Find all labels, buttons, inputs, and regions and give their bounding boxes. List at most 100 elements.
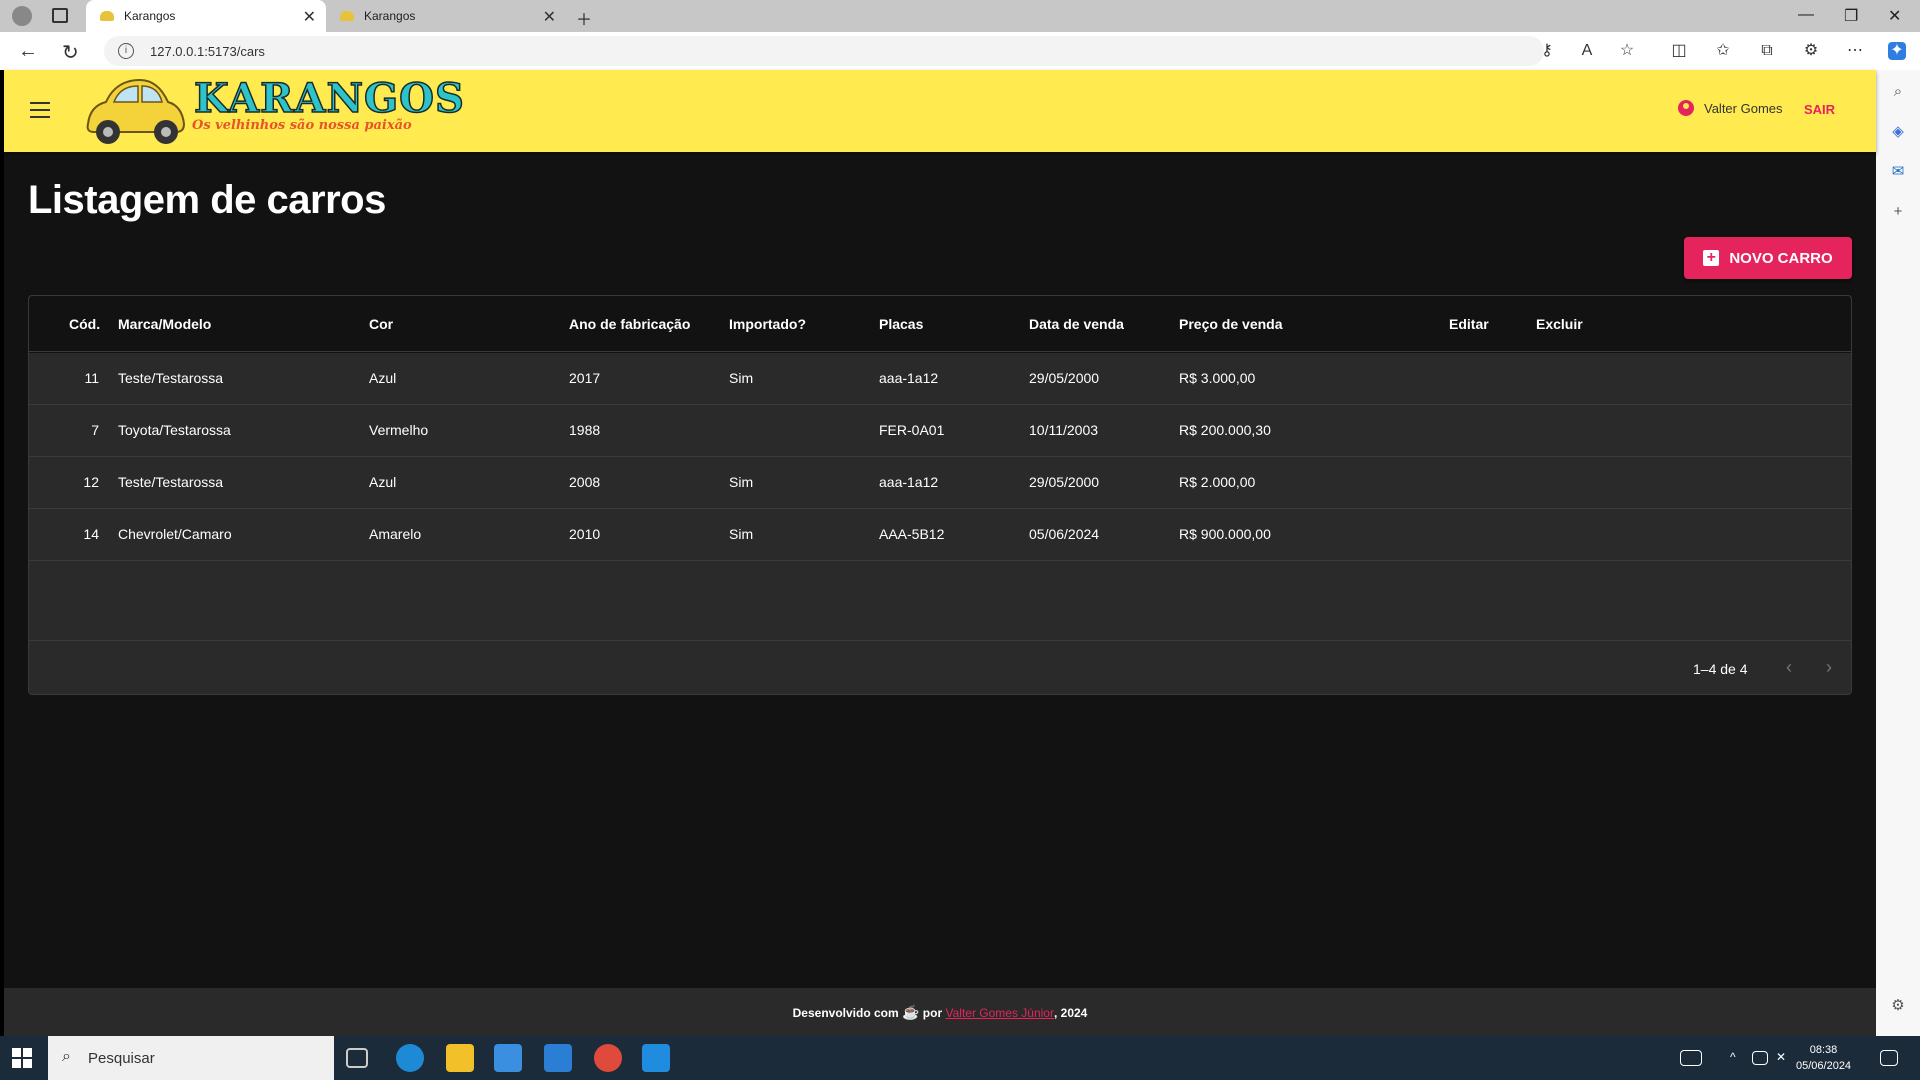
- column-header-id[interactable]: Cód.: [69, 316, 100, 332]
- favorite-star-icon[interactable]: ☆: [1618, 42, 1636, 60]
- split-screen-icon[interactable]: ◫: [1670, 42, 1688, 60]
- grid-empty-space: [29, 561, 1851, 641]
- column-header-color[interactable]: Cor: [369, 316, 393, 332]
- column-header-edit[interactable]: Editar: [1449, 316, 1489, 332]
- search-icon[interactable]: ⌕: [1888, 82, 1908, 102]
- reload-icon[interactable]: ↻: [62, 40, 79, 65]
- network-icon[interactable]: [1752, 1051, 1768, 1065]
- footer-by: por: [922, 1006, 943, 1020]
- copilot-icon[interactable]: ✦: [1888, 42, 1906, 60]
- grid-footer: 1–4 de 4 ‹ ›: [29, 641, 1851, 694]
- table-row[interactable]: 11 Teste/Testarossa Azul 2017 Sim aaa-1a…: [29, 353, 1851, 405]
- cell-brand-model: Teste/Testarossa: [118, 370, 224, 386]
- table-row[interactable]: 12 Teste/Testarossa Azul 2008 Sim aaa-1a…: [29, 457, 1851, 509]
- search-icon: ⌕: [62, 1048, 71, 1065]
- read-aloud-icon[interactable]: A: [1578, 42, 1596, 60]
- url-field[interactable]: i 127.0.0.1:5173/cars: [104, 36, 1544, 66]
- keyboard-icon[interactable]: [1680, 1050, 1702, 1066]
- restore-icon[interactable]: ❐: [1844, 6, 1858, 26]
- vscode-icon[interactable]: [642, 1044, 670, 1072]
- yellow-car-icon: [86, 78, 186, 144]
- column-header-brand-model[interactable]: Marca/Modelo: [118, 316, 211, 332]
- system-clock[interactable]: 08:38 05/06/2024: [1796, 1042, 1851, 1074]
- tab-title: Karangos: [364, 9, 416, 23]
- logo-title: KARANGOS: [193, 74, 465, 123]
- cell-year: 2008: [569, 474, 601, 490]
- browser-tab-1[interactable]: Karangos ✕: [86, 0, 326, 32]
- table-row[interactable]: 14 Chevrolet/Camaro Amarelo 2010 Sim AAA…: [29, 509, 1851, 561]
- profile-icon[interactable]: [12, 6, 32, 26]
- next-page-icon[interactable]: ›: [1826, 657, 1832, 678]
- hamburger-menu-icon[interactable]: [30, 102, 50, 118]
- clock-date: 05/06/2024: [1796, 1060, 1852, 1072]
- add-icon[interactable]: +: [1888, 202, 1908, 222]
- notifications-icon[interactable]: [1880, 1050, 1898, 1066]
- cell-id: 11: [84, 370, 99, 386]
- logo[interactable]: KARANGOS Os velhinhos são nossa paixão: [80, 72, 465, 150]
- chrome-icon[interactable]: [594, 1044, 622, 1072]
- file-explorer-icon[interactable]: [446, 1044, 474, 1072]
- outlook-icon[interactable]: ✉: [1888, 162, 1908, 182]
- footer-prefix: Desenvolvido com: [792, 1006, 899, 1020]
- cell-id: 14: [83, 526, 99, 542]
- edge-browser-icon[interactable]: [396, 1044, 424, 1072]
- address-bar: ← ↻ i 127.0.0.1:5173/cars ⚷ A ☆ ◫ ✩ ⧉ ⚙ …: [0, 32, 1920, 70]
- windows-start-icon[interactable]: [12, 1048, 32, 1068]
- pagination-label: 1–4 de 4: [1693, 661, 1748, 677]
- logout-button[interactable]: SAIR: [1804, 102, 1835, 117]
- settings-icon[interactable]: ⚙: [1888, 996, 1908, 1016]
- show-hidden-icons-icon[interactable]: ^: [1730, 1050, 1744, 1064]
- cell-price: R$ 3.000,00: [1179, 370, 1256, 386]
- edge-sidebar: ⌕ ◈ ✉ + ⚙: [1876, 70, 1920, 1040]
- extensions-icon[interactable]: ⚙: [1802, 42, 1820, 60]
- column-header-year[interactable]: Ano de fabricação: [569, 316, 690, 332]
- cell-brand-model: Toyota/Testarossa: [118, 422, 231, 438]
- task-view-icon[interactable]: [346, 1048, 368, 1068]
- new-tab-icon[interactable]: ＋: [576, 6, 592, 30]
- page-footer: Desenvolvido com ☕ por Valter Gomes Júni…: [4, 988, 1876, 1036]
- grid-header: Cód. Marca/Modelo Cor Ano de fabricação …: [29, 296, 1851, 352]
- favorites-icon[interactable]: ✩: [1714, 42, 1732, 60]
- close-tab-icon[interactable]: ✕: [543, 7, 556, 27]
- taskbar-search[interactable]: ⌕ Pesquisar: [48, 1036, 334, 1080]
- microsoft-store-icon[interactable]: [494, 1044, 522, 1072]
- column-header-delete[interactable]: Excluir: [1536, 316, 1583, 332]
- new-car-button[interactable]: + NOVO CARRO: [1684, 237, 1852, 279]
- tab-actions-icon[interactable]: [52, 8, 68, 23]
- browser-tab-2[interactable]: Karangos ✕: [326, 0, 566, 32]
- cars-data-grid: Cód. Marca/Modelo Cor Ano de fabricação …: [28, 295, 1852, 695]
- back-icon[interactable]: ←: [18, 40, 38, 63]
- previous-page-icon[interactable]: ‹: [1786, 657, 1792, 678]
- cell-selling-date: 29/05/2000: [1029, 370, 1100, 386]
- close-window-icon[interactable]: ✕: [1888, 6, 1901, 26]
- key-icon[interactable]: ⚷: [1538, 42, 1556, 60]
- account-circle-icon: [1678, 100, 1694, 116]
- cell-plates: FER-0A01: [879, 422, 945, 438]
- add-box-icon: +: [1703, 250, 1720, 266]
- column-header-price[interactable]: Preço de venda: [1179, 316, 1283, 332]
- office-icon[interactable]: ◈: [1888, 122, 1908, 142]
- volume-muted-icon[interactable]: ✕: [1776, 1050, 1792, 1064]
- cell-imported: Sim: [729, 370, 754, 386]
- cell-year: 2017: [569, 370, 601, 386]
- user-name: Valter Gomes: [1704, 100, 1783, 116]
- column-header-selling-date[interactable]: Data de venda: [1029, 316, 1124, 332]
- cell-selling-date: 05/06/2024: [1029, 526, 1100, 542]
- site-info-icon[interactable]: i: [118, 43, 134, 59]
- logo-slogan: Os velhinhos são nossa paixão: [192, 118, 412, 133]
- table-row[interactable]: 7 Toyota/Testarossa Vermelho 1988 FER-0A…: [29, 405, 1851, 457]
- cell-price: R$ 2.000,00: [1179, 474, 1256, 490]
- cell-price: R$ 200.000,30: [1179, 422, 1271, 438]
- author-link[interactable]: Valter Gomes Júnior: [945, 1006, 1054, 1020]
- collections-icon[interactable]: ⧉: [1758, 42, 1776, 60]
- cell-year: 1988: [569, 422, 601, 438]
- column-header-imported[interactable]: Importado?: [729, 316, 806, 332]
- mail-icon[interactable]: [544, 1044, 572, 1072]
- cell-id: 12: [83, 474, 99, 490]
- cell-price: R$ 900.000,00: [1179, 526, 1271, 542]
- more-icon[interactable]: ⋯: [1846, 42, 1864, 60]
- close-tab-icon[interactable]: ✕: [303, 7, 316, 27]
- cell-imported: Sim: [729, 526, 754, 542]
- column-header-plates[interactable]: Placas: [879, 316, 923, 332]
- minimize-icon[interactable]: —: [1798, 6, 1814, 24]
